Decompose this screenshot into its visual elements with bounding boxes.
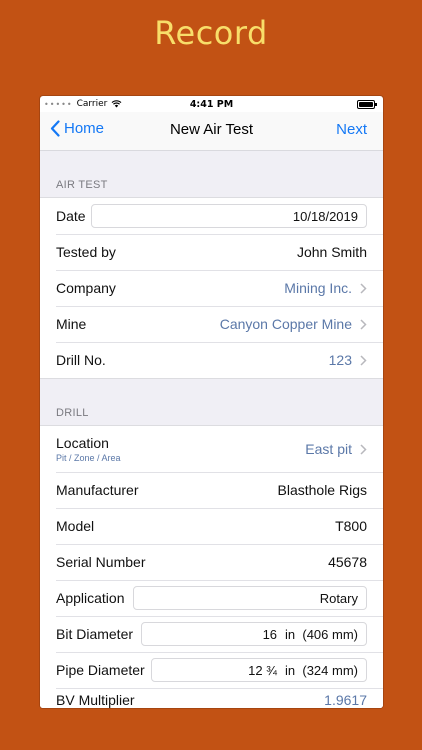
model-label: Model — [56, 518, 95, 534]
row-model[interactable]: Model T800 — [40, 508, 383, 544]
status-time: 4:41 PM — [189, 99, 234, 110]
next-button[interactable]: Next — [336, 121, 367, 138]
row-manufacturer[interactable]: Manufacturer Blasthole Rigs — [40, 472, 383, 508]
location-title: Location — [56, 435, 109, 451]
application-value: Rotary — [319, 590, 358, 606]
status-bar: ••••• Carrier 4:41 PM — [40, 96, 383, 112]
section-header-air-test: AIR TEST — [56, 179, 108, 191]
pipe-diameter-field[interactable]: 12 ¾ in (324 mm) — [151, 658, 367, 682]
date-field[interactable]: 10/18/2019 — [91, 204, 367, 228]
mine-label: Mine — [56, 316, 87, 332]
application-label: Application — [56, 590, 125, 606]
bit-diameter-value: 16 — [262, 626, 278, 642]
row-serial-number[interactable]: Serial Number 45678 — [40, 544, 383, 580]
navigation-bar: Home New Air Test Next — [40, 112, 383, 151]
model-value: T800 — [335, 518, 367, 534]
row-company[interactable]: Company Mining Inc. — [40, 270, 383, 306]
date-value: 10/18/2019 — [292, 208, 358, 224]
bit-diameter-field[interactable]: 16 in (406 mm) — [141, 622, 367, 646]
row-bv-multiplier[interactable]: BV Multiplier 1.9617 — [40, 688, 383, 708]
date-label: Date — [56, 208, 86, 224]
company-value: Mining Inc. — [284, 280, 352, 296]
pipe-diameter-unit: in (324 mm) — [285, 662, 358, 678]
serial-number-label: Serial Number — [56, 554, 146, 570]
chevron-right-icon — [360, 282, 367, 294]
tested-by-value: John Smith — [296, 244, 367, 260]
bit-diameter-unit: in (406 mm) — [285, 626, 358, 642]
application-field[interactable]: Rotary — [133, 586, 367, 610]
location-sublabel: Pit / Zone / Area — [56, 453, 121, 463]
page-title: New Air Test — [169, 121, 254, 138]
pipe-diameter-label: Pipe Diameter — [56, 662, 145, 678]
row-bit-diameter: Bit Diameter 16 in (406 mm) — [40, 616, 383, 652]
row-application: Application Rotary — [40, 580, 383, 616]
pipe-diameter-value: 12 ¾ — [248, 662, 278, 678]
serial-number-value: 45678 — [328, 554, 367, 570]
row-pipe-diameter: Pipe Diameter 12 ¾ in (324 mm) — [40, 652, 383, 688]
drill-no-value: 123 — [328, 352, 352, 368]
chevron-right-icon — [360, 443, 367, 455]
chevron-right-icon — [360, 318, 367, 330]
row-mine[interactable]: Mine Canyon Copper Mine — [40, 306, 383, 342]
row-tested-by[interactable]: Tested by John Smith — [40, 234, 383, 270]
bv-multiplier-value: 1.9617 — [324, 692, 367, 708]
drill-group: Location Pit / Zone / Area East pit Manu… — [40, 425, 383, 708]
tested-by-label: Tested by — [56, 244, 116, 260]
promo-title: Record — [154, 14, 268, 52]
row-location[interactable]: Location Pit / Zone / Area East pit — [40, 426, 383, 472]
company-label: Company — [56, 280, 116, 296]
location-value: East pit — [305, 441, 352, 457]
bv-multiplier-label: BV Multiplier — [56, 692, 135, 708]
location-label: Location Pit / Zone / Area — [56, 435, 121, 463]
manufacturer-label: Manufacturer — [56, 482, 139, 498]
section-header-drill: DRILL — [56, 407, 89, 419]
form-content: AIR TEST Date 10/18/2019 Tested by John … — [40, 151, 383, 708]
manufacturer-value: Blasthole Rigs — [277, 482, 368, 498]
row-drill-no[interactable]: Drill No. 123 — [40, 342, 383, 378]
bit-diameter-label: Bit Diameter — [56, 626, 134, 642]
air-test-group: Date 10/18/2019 Tested by John Smith Com… — [40, 197, 383, 379]
phone-screen: ••••• Carrier 4:41 PM Home New Air Test … — [40, 96, 383, 708]
battery-icon — [357, 100, 377, 109]
chevron-right-icon — [360, 354, 367, 366]
row-date: Date 10/18/2019 — [40, 198, 383, 234]
drill-no-label: Drill No. — [56, 352, 106, 368]
mine-value: Canyon Copper Mine — [219, 316, 352, 332]
